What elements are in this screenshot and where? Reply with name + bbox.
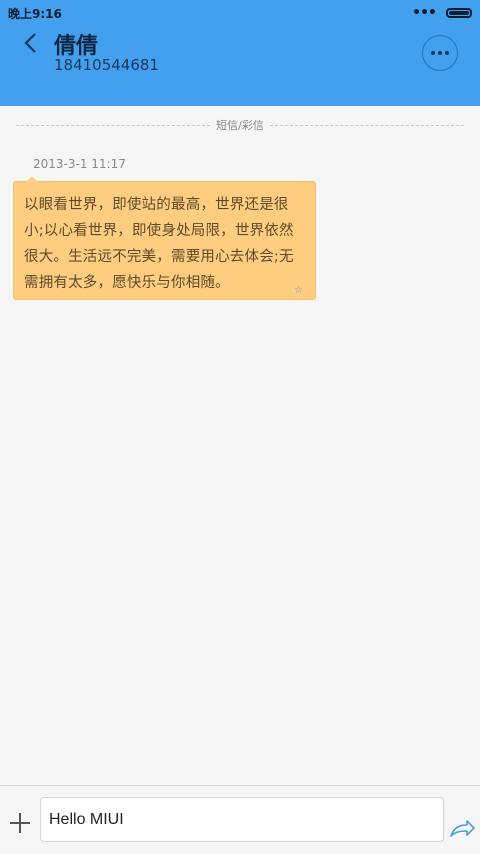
message-input[interactable] [40, 797, 444, 842]
more-options-button[interactable] [422, 35, 458, 71]
status-bar: 晚上9:16 ••• [0, 0, 480, 26]
divider-label: 短信/彩信 [216, 119, 264, 132]
signal-icon: ••• [412, 5, 437, 21]
send-arrow-icon [450, 820, 475, 837]
composer-bar [0, 785, 480, 854]
chevron-left-icon [24, 33, 36, 53]
contact-number: 18410544681 [54, 56, 159, 74]
sms-divider: 短信/彩信 [16, 117, 464, 133]
message-text: 以眼看世界，即使站的最高，世界还是很小;以心看世界，即使身处局限，世界依然很大。… [24, 197, 294, 291]
send-button[interactable] [448, 818, 476, 840]
status-time: 晚上9:16 [8, 6, 62, 21]
message-bubble[interactable]: 以眼看世界，即使站的最高，世界还是很小;以心看世界，即使身处局限，世界依然很大。… [13, 176, 316, 300]
add-attachment-button[interactable] [8, 811, 32, 835]
more-horizontal-icon [430, 51, 451, 55]
message-timestamp: 2013-3-1 11:17 [33, 157, 126, 171]
back-button[interactable] [14, 28, 46, 58]
status-indicators: ••• [412, 6, 472, 20]
conversation-header: 倩倩 18410544681 [0, 26, 480, 106]
battery-icon [446, 8, 472, 18]
star-icon: ☆ [294, 285, 303, 296]
